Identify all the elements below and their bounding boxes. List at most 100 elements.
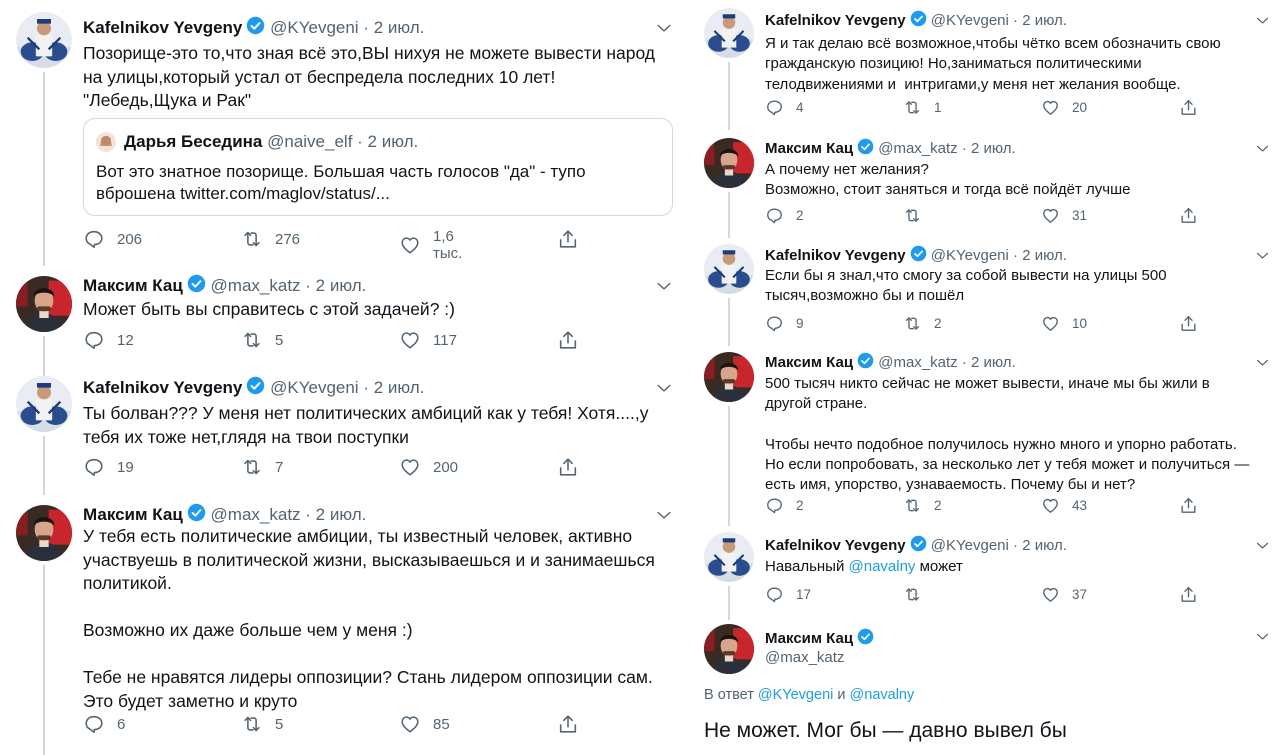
separator-dot: ·: [300, 276, 316, 295]
tweet[interactable]: Kafelnikov Yevgeny @KYevgeni · 2 июл. Нав…: [694, 520, 1280, 618]
like-count: 1,6 тыс.: [433, 228, 463, 262]
share-button[interactable]: [1179, 314, 1198, 333]
more-options-chevron-icon[interactable]: [1254, 140, 1271, 162]
more-options-chevron-icon[interactable]: [1254, 247, 1271, 269]
like-button[interactable]: 117: [399, 329, 457, 351]
share-icon: [1179, 314, 1198, 333]
like-button[interactable]: 31: [1041, 206, 1087, 225]
tweet[interactable]: Максим Кац @max_katz · 2 июл. У тебя есть…: [0, 489, 688, 755]
retweet-button[interactable]: 5: [241, 329, 283, 351]
more-options-chevron-icon[interactable]: [654, 18, 674, 43]
reply-button[interactable]: 206: [83, 228, 142, 250]
retweet-button[interactable]: 2: [903, 314, 942, 333]
more-options-chevron-icon[interactable]: [1254, 354, 1271, 376]
like-button[interactable]: 43: [1041, 496, 1087, 515]
share-button[interactable]: [1179, 206, 1198, 225]
thread-connector: [43, 72, 45, 266]
share-button[interactable]: [557, 456, 579, 478]
tweet-text: Ты болван??? У меня нет политических амб…: [83, 403, 649, 447]
avatar[interactable]: [704, 8, 754, 58]
share-button[interactable]: [1179, 496, 1198, 515]
reply-button[interactable]: 2: [765, 206, 804, 225]
tweet[interactable]: Максим Кац @max_katz · 2 июл. А почему не…: [694, 124, 1280, 238]
verified-badge-icon: [857, 628, 874, 649]
tweet[interactable]: Максим Кац @max_katz · 2 июл. 500 тысяч н…: [694, 340, 1280, 526]
avatar[interactable]: [16, 505, 72, 561]
retweet-count: 5: [275, 715, 284, 733]
retweet-button[interactable]: 5: [241, 713, 283, 735]
author-name: Максим Кац: [765, 140, 854, 157]
verified-badge-icon: [910, 10, 927, 31]
share-icon: [557, 456, 579, 478]
like-icon: [399, 329, 421, 351]
share-icon: [557, 329, 579, 351]
tweet[interactable]: Kafelnikov Yevgeny @KYevgeni · 2 июл. Я и…: [694, 0, 1280, 130]
avatar[interactable]: [704, 244, 754, 294]
more-options-chevron-icon[interactable]: [1254, 537, 1271, 559]
retweet-count: 5: [275, 331, 284, 349]
share-icon: [557, 228, 579, 250]
reply-button[interactable]: 17: [765, 585, 811, 604]
separator-dot: ·: [957, 354, 971, 371]
thread-connector: [728, 298, 730, 346]
retweet-button[interactable]: 276: [241, 228, 300, 250]
reply-icon: [83, 713, 105, 735]
mention-link[interactable]: @navalny: [850, 687, 915, 703]
more-options-chevron-icon[interactable]: [654, 276, 674, 301]
share-button[interactable]: [557, 228, 579, 250]
thread-connector: [43, 260, 45, 262]
like-button[interactable]: 1,6 тыс.: [399, 228, 462, 262]
retweet-button[interactable]: 7: [241, 456, 283, 478]
tweet-text: 500 тысяч никто сейчас не может вывести,…: [765, 375, 1250, 494]
reply-context: В ответ @KYevgeni и @navalny: [704, 687, 914, 703]
reply-button[interactable]: 6: [83, 713, 125, 735]
avatar[interactable]: [16, 276, 72, 332]
reply-button[interactable]: 19: [83, 456, 134, 478]
author-name: Kafelnikov Yevgeny: [83, 378, 243, 397]
reply-button[interactable]: 9: [765, 314, 804, 333]
avatar[interactable]: [704, 138, 754, 188]
like-button[interactable]: 200: [399, 456, 458, 478]
more-options-chevron-icon[interactable]: [1254, 628, 1271, 650]
mention-link[interactable]: @KYevgeni: [758, 687, 833, 703]
like-button[interactable]: 85: [399, 713, 450, 735]
mention-link[interactable]: @navalny: [849, 558, 916, 575]
reply-button[interactable]: 4: [765, 98, 804, 117]
author-handle: @KYevgeni: [930, 247, 1009, 264]
more-options-chevron-icon[interactable]: [654, 505, 674, 530]
share-button[interactable]: [557, 329, 579, 351]
tweet-date: 2 июл.: [1022, 247, 1067, 264]
reply-button[interactable]: 12: [83, 329, 134, 351]
more-options-chevron-icon[interactable]: [1254, 12, 1271, 34]
like-button[interactable]: 37: [1041, 585, 1087, 604]
tweet-date: 2 июл.: [1022, 12, 1067, 29]
like-button[interactable]: 20: [1041, 98, 1087, 117]
tweet-header: Максим Кац: [765, 628, 874, 649]
more-options-chevron-icon[interactable]: [654, 378, 674, 403]
retweet-button[interactable]: [903, 585, 922, 604]
retweet-icon: [903, 496, 922, 515]
avatar[interactable]: [704, 624, 754, 674]
like-icon: [399, 713, 421, 735]
reply-button[interactable]: 2: [765, 496, 804, 515]
share-button[interactable]: [557, 713, 579, 735]
quoted-tweet-card[interactable]: Дарья Беседина @naive_elf · 2 июл. Вот эт…: [83, 118, 673, 216]
tweet[interactable]: Максим Кац @max_katz · 2 июл. Может быть …: [0, 260, 688, 376]
retweet-button[interactable]: 1: [903, 98, 942, 117]
tweet[interactable]: Kafelnikov Yevgeny @KYevgeni · 2 июл. Ты …: [0, 376, 688, 495]
focused-tweet[interactable]: Максим Кац @max_katz В ответ @KYevgeni и @…: [694, 612, 1280, 755]
retweet-button[interactable]: 2: [903, 496, 942, 515]
avatar[interactable]: [16, 376, 72, 432]
author-handle: @KYevgeni: [270, 378, 359, 397]
retweet-button[interactable]: [903, 206, 922, 225]
like-count: 10: [1072, 316, 1088, 331]
tweet[interactable]: Kafelnikov Yevgeny @KYevgeni · 2 июл. Поз…: [0, 0, 688, 266]
share-button[interactable]: [1179, 585, 1198, 604]
avatar[interactable]: [704, 352, 754, 402]
like-button[interactable]: 10: [1041, 314, 1087, 333]
author-handle: @max_katz: [210, 505, 301, 524]
share-button[interactable]: [1179, 98, 1198, 117]
avatar[interactable]: [704, 532, 754, 582]
tweet[interactable]: Kafelnikov Yevgeny @KYevgeni · 2 июл. Есл…: [694, 232, 1280, 346]
avatar[interactable]: [16, 12, 72, 68]
